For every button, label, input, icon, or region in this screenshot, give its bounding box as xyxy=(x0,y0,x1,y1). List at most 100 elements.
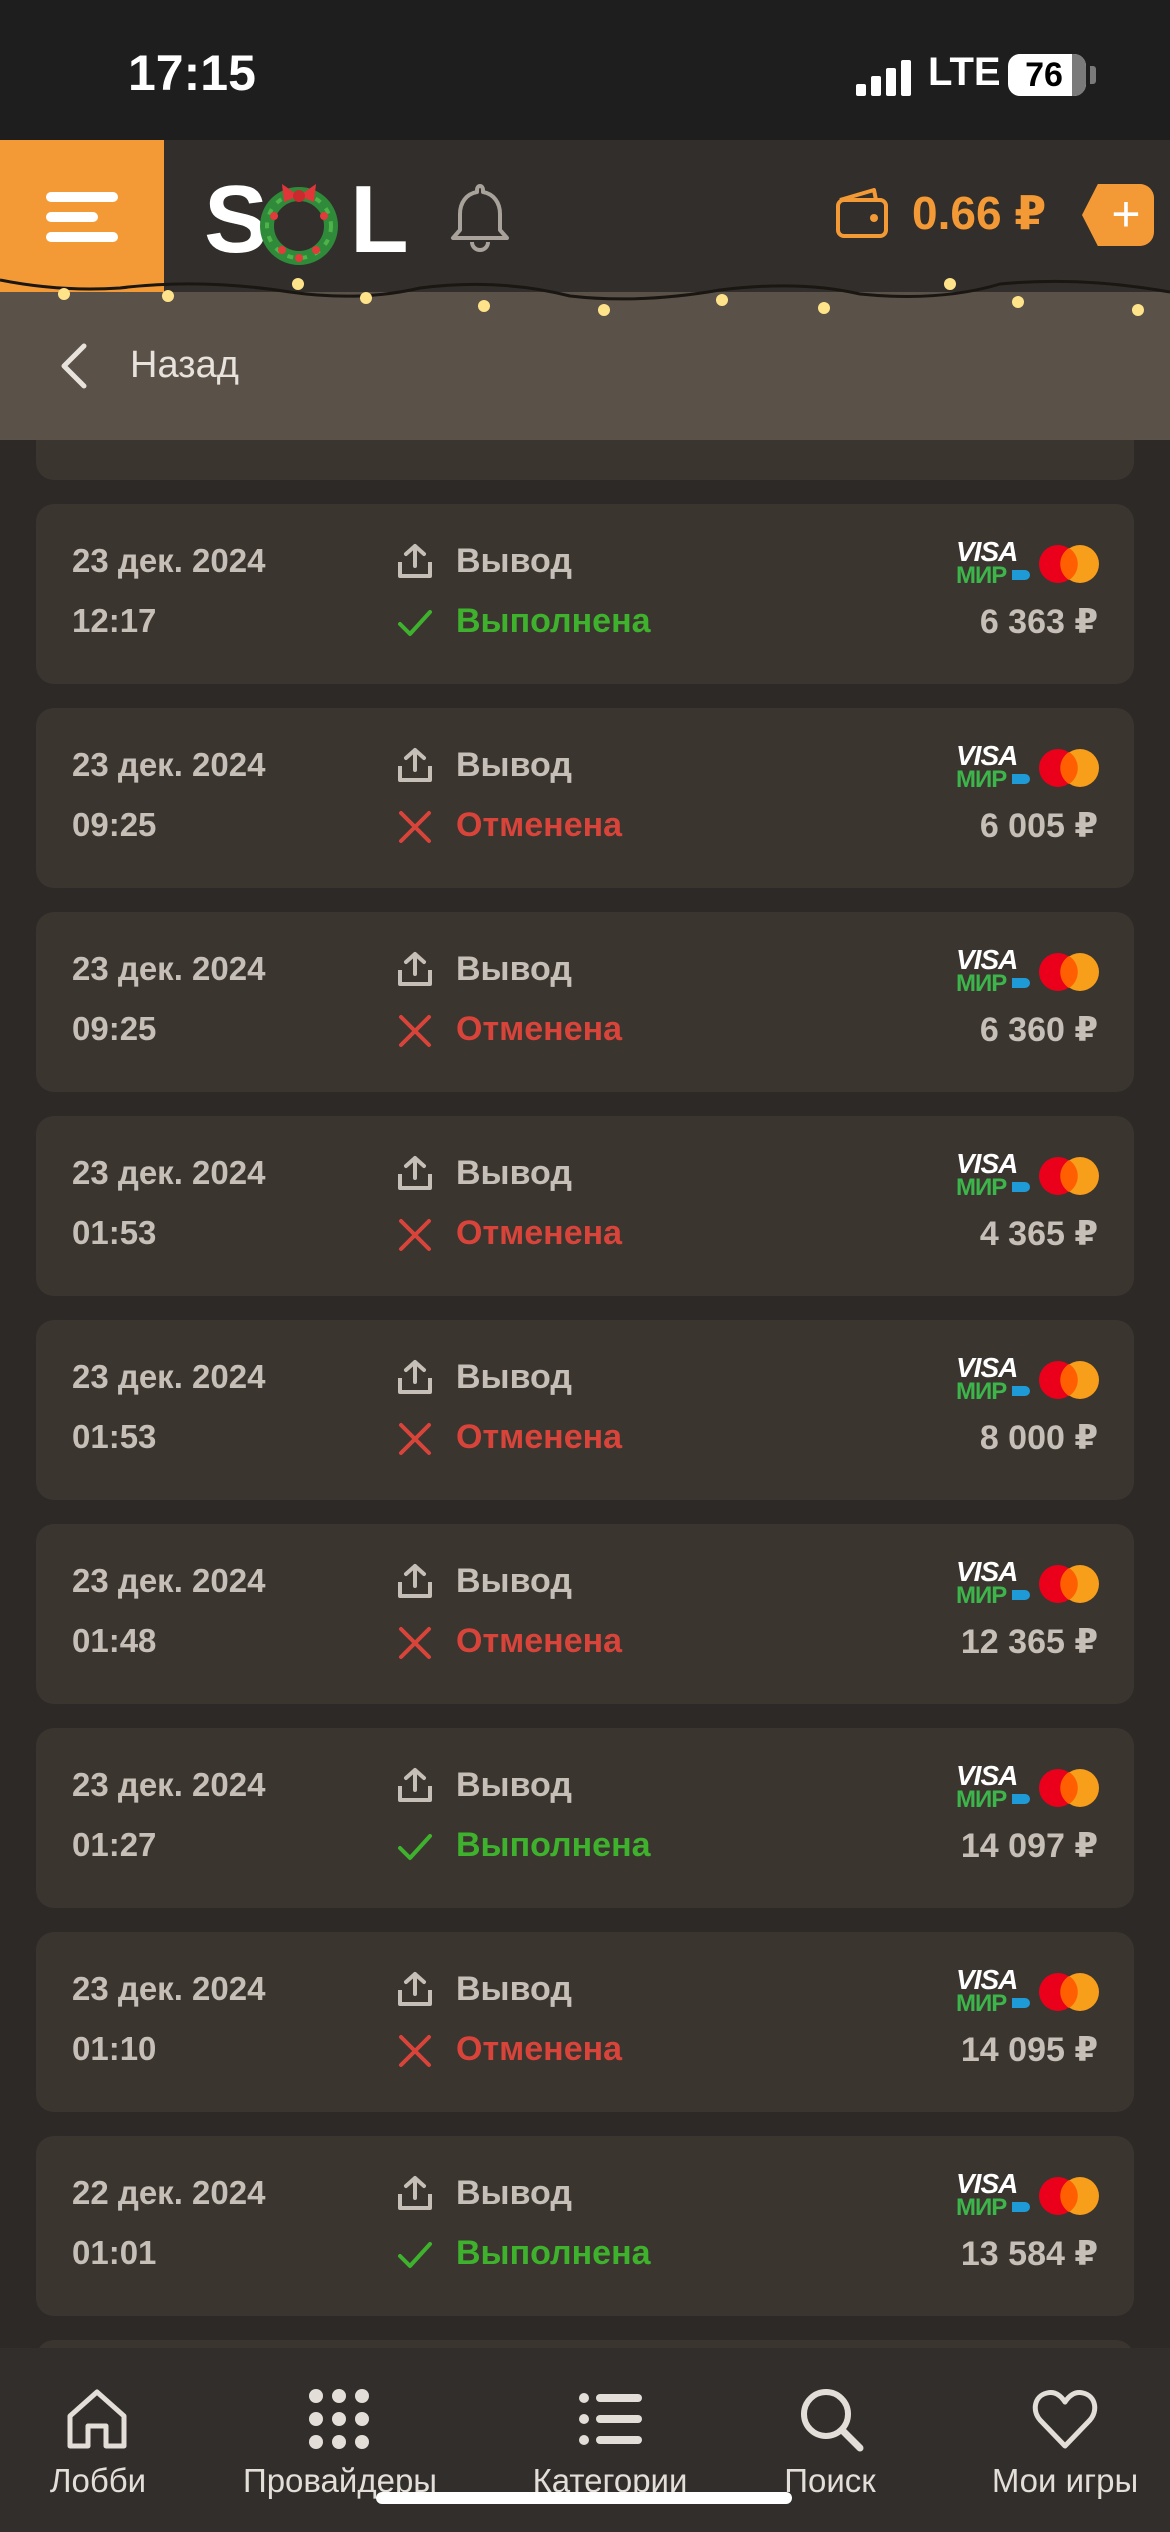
mastercard-logo xyxy=(1038,748,1100,788)
transaction-type: Вывод xyxy=(456,1358,572,1396)
battery-level: 76 xyxy=(1025,56,1063,94)
transaction-card[interactable]: 23 дек. 2024 01:53 Вывод Отменена VISA МИР 4 3… xyxy=(36,1116,1134,1296)
transaction-time: 01:10 xyxy=(72,2030,157,2067)
transaction-amount: 6 005 ₽ xyxy=(979,807,1098,845)
transaction-type: Вывод xyxy=(456,1766,572,1804)
mir-logo: МИР xyxy=(956,1378,1007,1405)
transaction-status: Отменена xyxy=(456,1214,623,1252)
transaction-card[interactable]: 23 дек. 2024 01:10 Вывод Отменена VISA МИР 14 … xyxy=(36,1932,1134,2112)
mastercard-logo xyxy=(1038,1360,1100,1400)
transaction-date: 23 дек. 2024 xyxy=(72,746,266,783)
mir-logo: МИР xyxy=(956,1582,1007,1609)
menu-icon-line xyxy=(46,212,98,222)
cross-icon xyxy=(396,1624,434,1662)
transaction-card[interactable]: 23 дек. 2024 01:48 Вывод Отменена VISA МИР 12 … xyxy=(36,1524,1134,1704)
garland-decoration xyxy=(0,278,1170,316)
mastercard-logo xyxy=(1038,1156,1100,1196)
transaction-type: Вывод xyxy=(456,1154,572,1192)
balance-amount[interactable]: 0.66 ₽ xyxy=(912,186,1046,240)
grid-icon xyxy=(309,2389,369,2449)
transaction-date: 23 дек. 2024 xyxy=(72,1154,266,1191)
mir-logo: МИР xyxy=(956,1174,1007,1201)
menu-icon xyxy=(46,192,118,202)
transaction-card[interactable]: 23 дек. 2024 01:27 Вывод Выполнена VISA МИР 14… xyxy=(36,1728,1134,1908)
nav-item-search[interactable]: Поиск xyxy=(760,2348,900,2532)
transaction-type: Вывод xyxy=(456,2174,572,2212)
heart-icon xyxy=(1032,2390,1098,2449)
logo-letter-l: L xyxy=(350,166,409,273)
mir-logo: МИР xyxy=(956,562,1007,589)
transaction-status: Отменена xyxy=(456,1010,623,1048)
transaction-time: 09:25 xyxy=(72,806,157,843)
mir-logo: МИР xyxy=(956,970,1007,997)
cross-icon xyxy=(396,1216,434,1254)
payment-logos: VISA МИР xyxy=(956,944,1100,1000)
payment-logos: VISA МИР xyxy=(956,536,1100,592)
transaction-date: 23 дек. 2024 xyxy=(72,1562,266,1599)
mastercard-logo xyxy=(1038,2176,1100,2216)
transaction-amount: 6 363 ₽ xyxy=(979,603,1098,641)
transaction-card-partial xyxy=(36,440,1134,480)
transaction-amount: 12 365 ₽ xyxy=(960,1623,1098,1661)
upload-icon xyxy=(396,950,434,988)
transaction-status: Выполнена xyxy=(456,1826,651,1864)
upload-icon xyxy=(396,746,434,784)
mir-logo-accent xyxy=(1012,1182,1030,1192)
mir-logo-accent xyxy=(1012,1794,1030,1804)
back-label[interactable]: Назад xyxy=(130,344,239,387)
transaction-card[interactable]: 23 дек. 2024 01:53 Вывод Отменена VISA МИР 8 0… xyxy=(36,1320,1134,1500)
upload-icon xyxy=(396,1154,434,1192)
logo[interactable]: S L xyxy=(204,170,409,270)
mir-logo-accent xyxy=(1012,1386,1030,1396)
bell-icon[interactable] xyxy=(448,180,512,254)
transaction-card[interactable]: 23 дек. 2024 09:25 Вывод Отменена VISA МИР 6 3… xyxy=(36,912,1134,1092)
mir-logo: МИР xyxy=(956,2194,1007,2221)
cross-icon xyxy=(396,1420,434,1458)
wallet-icon[interactable] xyxy=(834,188,890,240)
transaction-card[interactable]: 23 дек. 2024 12:17 Вывод Выполнена VISA МИР 6 … xyxy=(36,504,1134,684)
transaction-time: 12:17 xyxy=(72,602,157,639)
transaction-date: 23 дек. 2024 xyxy=(72,542,266,579)
mir-logo: МИР xyxy=(956,1990,1007,2017)
transaction-status: Отменена xyxy=(456,1622,623,1660)
mir-logo-accent xyxy=(1012,570,1030,580)
transaction-date: 23 дек. 2024 xyxy=(72,1970,266,2007)
nav-item-lobby[interactable]: Лобби xyxy=(0,2348,196,2532)
plus-icon: + xyxy=(1111,186,1141,242)
transaction-type: Вывод xyxy=(456,542,572,580)
home-icon xyxy=(67,2389,127,2449)
transaction-time: 01:01 xyxy=(72,2234,157,2271)
transactions-list[interactable]: 23 дек. 2024 12:17 Вывод Выполнена VISA МИР 6 … xyxy=(0,440,1170,2348)
nav-item-providers[interactable]: Провайдеры xyxy=(220,2348,460,2532)
payment-logos: VISA МИР xyxy=(956,2168,1100,2224)
transaction-time: 01:53 xyxy=(72,1214,157,1251)
mastercard-logo xyxy=(1038,952,1100,992)
transaction-type: Вывод xyxy=(456,1970,572,2008)
upload-icon xyxy=(396,1562,434,1600)
search-icon xyxy=(801,2389,864,2452)
upload-icon xyxy=(396,1766,434,1804)
transaction-status: Выполнена xyxy=(456,2234,651,2272)
transaction-amount: 4 365 ₽ xyxy=(979,1215,1098,1253)
mir-logo-accent xyxy=(1012,774,1030,784)
chevron-left-icon[interactable] xyxy=(56,340,92,392)
transaction-status: Отменена xyxy=(456,806,623,844)
bottom-nav: Лобби Провайдеры Категории Поиск Мои игр… xyxy=(0,2348,1170,2532)
deposit-button[interactable]: + xyxy=(1082,184,1154,246)
transaction-amount: 14 095 ₽ xyxy=(960,2031,1098,2069)
upload-icon xyxy=(396,1358,434,1396)
mir-logo: МИР xyxy=(956,1786,1007,1813)
transaction-card[interactable]: 22 дек. 2024 01:01 Вывод Выполнена VISA МИР 13… xyxy=(36,2136,1134,2316)
mir-logo-accent xyxy=(1012,2202,1030,2212)
nav-item-categories[interactable]: Категории xyxy=(510,2348,710,2532)
transaction-status: Отменена xyxy=(456,1418,623,1456)
upload-icon xyxy=(396,2174,434,2212)
transaction-time: 01:27 xyxy=(72,1826,157,1863)
mir-logo-accent xyxy=(1012,1998,1030,2008)
transaction-amount: 6 360 ₽ xyxy=(979,1011,1098,1049)
transaction-card[interactable]: 23 дек. 2024 09:25 Вывод Отменена VISA МИР 6 0… xyxy=(36,708,1134,888)
list-icon xyxy=(579,2393,642,2445)
nav-item-my-games[interactable]: Мои игры xyxy=(960,2348,1170,2532)
cross-icon xyxy=(396,808,434,846)
upload-icon xyxy=(396,1970,434,2008)
